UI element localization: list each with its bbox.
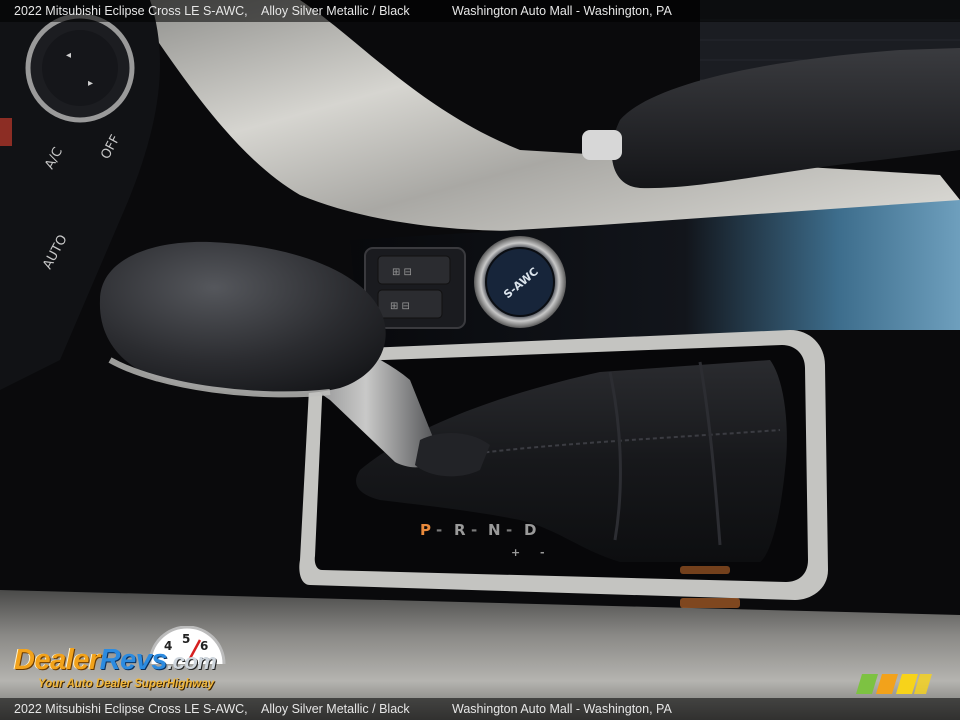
- svg-text:⊞ ⊟: ⊞ ⊟: [390, 301, 410, 312]
- logo-tagline: Your Auto Dealer SuperHighway: [38, 678, 215, 690]
- gear-d: D: [524, 521, 536, 539]
- caption-color: Alloy Silver Metallic / Black: [261, 4, 410, 18]
- caption-color-bottom: Alloy Silver Metallic / Black: [261, 702, 410, 716]
- gear-r: R: [454, 521, 466, 539]
- gear-n: N: [488, 521, 501, 539]
- gear-plus: +: [511, 546, 520, 559]
- svg-text:⊞ ⊟: ⊞ ⊟: [392, 267, 412, 278]
- caption-vehicle: 2022 Mitsubishi Eclipse Cross LE S-AWC,: [14, 4, 248, 18]
- svg-text:-: -: [436, 521, 442, 539]
- switch-bottom: [377, 289, 443, 319]
- logo-wordmark: DealerRevs.com: [14, 644, 217, 676]
- svg-text:-: -: [471, 521, 477, 539]
- caption-bar-bottom: 2022 Mitsubishi Eclipse Cross LE S-AWC, …: [0, 698, 960, 720]
- gear-minus: -: [540, 546, 545, 559]
- caption-dealer: Washington Auto Mall - Washington, PA: [452, 4, 672, 18]
- svg-text:▸: ▸: [88, 78, 93, 89]
- stripes-logo-icon: [856, 674, 932, 694]
- dealerrevs-logo: 4 5 6 DealerRevs.com Your Auto Dealer Su…: [12, 626, 272, 696]
- caption-vehicle-bottom: 2022 Mitsubishi Eclipse Cross LE S-AWC,: [14, 702, 248, 716]
- brake-release-button: [582, 130, 622, 160]
- caption-bar-top: 2022 Mitsubishi Eclipse Cross LE S-AWC, …: [0, 0, 960, 22]
- shifter-collar: [415, 433, 490, 477]
- caption-dealer-bottom: Washington Auto Mall - Washington, PA: [452, 702, 672, 716]
- svg-text:-: -: [506, 521, 512, 539]
- svg-text:◂: ◂: [66, 50, 71, 61]
- interior-photo: ◂ ▸ A/C OFF AUTO ⊞ ⊟ ⊞ ⊟ S-AWC P - R - N…: [0, 0, 960, 720]
- switch-top: [377, 255, 451, 285]
- gear-p: P: [420, 521, 431, 539]
